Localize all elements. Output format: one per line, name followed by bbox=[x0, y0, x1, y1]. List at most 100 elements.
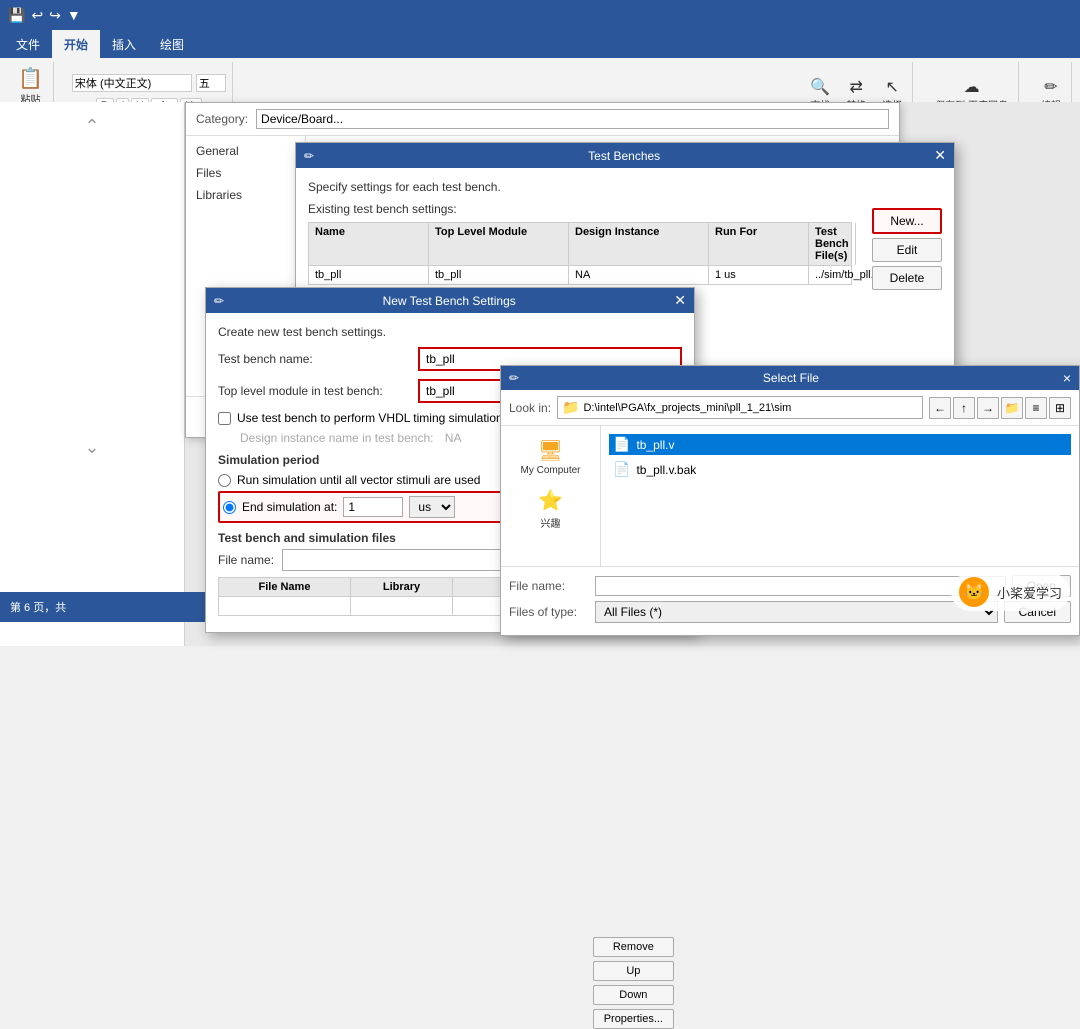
remove-button[interactable]: Remove bbox=[593, 937, 674, 957]
run-all-label: Run simulation until all vector stimuli … bbox=[237, 473, 480, 487]
select-file-toolbar: Look in: 📁 D:\intel\PGA\fx_projects_mini… bbox=[501, 390, 1079, 426]
ribbon-tabs: 文件 开始 插入 绘图 bbox=[0, 30, 1080, 58]
design-instance-value: NA bbox=[445, 431, 462, 445]
new-button[interactable]: New... bbox=[872, 208, 942, 234]
end-sim-radio[interactable] bbox=[223, 501, 236, 514]
select-file-body: 🖥 My Computer ⭐ 兴趣 📄 tb_pll.v 📄 bbox=[501, 426, 1079, 566]
edit-button[interactable]: Edit bbox=[872, 238, 942, 262]
row-top-level: tb_pll bbox=[429, 266, 569, 284]
favorites-label: 兴趣 bbox=[541, 515, 561, 530]
page-info: 第 6 页，共 bbox=[10, 599, 66, 615]
tab-insert[interactable]: 插入 bbox=[100, 30, 148, 58]
undo-icon[interactable]: ↩ bbox=[31, 7, 43, 24]
replace-icon: ⇄ bbox=[850, 77, 863, 97]
col-design: Design Instance bbox=[569, 223, 709, 265]
watermark-text: 小桨爱学习 bbox=[997, 583, 1062, 602]
file-list-area: 📄 tb_pll.v 📄 tb_pll.v.bak bbox=[601, 426, 1079, 566]
footer-filename-label: File name: bbox=[509, 579, 589, 593]
run-all-radio[interactable] bbox=[218, 474, 231, 487]
view-list-button[interactable]: ≡ bbox=[1025, 397, 1047, 419]
file-col-name: File Name bbox=[219, 578, 351, 597]
nav-forward-button[interactable]: → bbox=[977, 397, 999, 419]
footer-filetype-select[interactable]: All Files (*) bbox=[595, 601, 998, 623]
find-icon: 🔍 bbox=[810, 77, 830, 97]
row-run-for: 1 us bbox=[709, 266, 809, 284]
delete-button[interactable]: Delete bbox=[872, 266, 942, 290]
file-name-0: tb_pll.v bbox=[636, 438, 674, 452]
cloud-icon: ☁ bbox=[964, 77, 980, 97]
tb-table-header: Name Top Level Module Design Instance Ru… bbox=[308, 222, 852, 265]
testbench-title-icon: ✏ bbox=[304, 149, 314, 163]
testbench-close-button[interactable]: ✕ bbox=[934, 147, 946, 164]
my-computer-icon: 🖥 bbox=[538, 438, 563, 463]
properties-button[interactable]: Properties... bbox=[593, 1009, 674, 1029]
end-sim-input[interactable] bbox=[343, 497, 403, 517]
file-nav-panel: 🖥 My Computer ⭐ 兴趣 bbox=[501, 426, 601, 566]
select-file-titlebar: ✏ Select File × bbox=[501, 366, 1079, 390]
file-item-0[interactable]: 📄 tb_pll.v bbox=[609, 434, 1071, 455]
file-item-1[interactable]: 📄 tb_pll.v.bak bbox=[609, 459, 1071, 480]
col-run-for: Run For bbox=[709, 223, 809, 265]
select-file-title: Select File bbox=[763, 371, 819, 385]
up-button[interactable]: Up bbox=[593, 961, 674, 981]
footer-filetype-label: Files of type: bbox=[509, 605, 589, 619]
category-header: Category: Device/Board... bbox=[186, 103, 899, 136]
save-icon[interactable]: 💾 bbox=[8, 7, 25, 24]
category-item-files[interactable]: Files bbox=[186, 162, 305, 184]
newtb-title: New Test Bench Settings bbox=[383, 294, 516, 308]
nav-up-button[interactable]: ↑ bbox=[953, 397, 975, 419]
category-item-general[interactable]: General bbox=[186, 140, 305, 162]
file-icon-1: 📄 bbox=[613, 461, 630, 478]
col-files: Test Bench File(s) bbox=[809, 223, 856, 265]
row-design: NA bbox=[569, 266, 709, 284]
file-name-label: File name: bbox=[218, 553, 274, 567]
col-name: Name bbox=[309, 223, 429, 265]
scroll-up-arrow[interactable]: ⌃ bbox=[4, 106, 180, 147]
footer-filename-input[interactable] bbox=[595, 576, 1006, 596]
tab-file[interactable]: 文件 bbox=[4, 30, 52, 58]
vhdl-checkbox[interactable] bbox=[218, 412, 231, 425]
col-top-level: Top Level Module bbox=[429, 223, 569, 265]
view-details-button[interactable]: ⊞ bbox=[1049, 397, 1071, 419]
select-file-close-button[interactable]: × bbox=[1063, 370, 1071, 386]
file-name-1: tb_pll.v.bak bbox=[636, 463, 696, 477]
tab-draw[interactable]: 绘图 bbox=[148, 30, 196, 58]
newtb-close-button[interactable]: ✕ bbox=[674, 292, 686, 309]
scroll-down-arrow[interactable]: ⌄ bbox=[4, 427, 180, 468]
row-name: tb_pll bbox=[309, 266, 429, 284]
nav-new-folder-button[interactable]: 📁 bbox=[1001, 397, 1023, 419]
redo-icon[interactable]: ↪ bbox=[49, 7, 61, 24]
newtb-icon: ✏ bbox=[214, 294, 224, 308]
content-area: Category: Device/Board... General Files … bbox=[185, 102, 1080, 646]
edit-icon: ✏ bbox=[1044, 77, 1057, 97]
tb-table-container: Name Top Level Module Design Instance Ru… bbox=[308, 222, 852, 285]
main-area: ⌃ ⌄ Category: Device/Board... General Fi… bbox=[0, 102, 1080, 646]
down-button[interactable]: Down bbox=[593, 985, 674, 1005]
font-name-input[interactable] bbox=[72, 74, 192, 92]
end-sim-unit-select[interactable]: fs ps ns us ms s bbox=[409, 496, 455, 518]
testbench-title-text: Test Benches bbox=[588, 149, 660, 163]
customize-icon[interactable]: ▼ bbox=[67, 7, 81, 23]
newtb-titlebar: ✏ New Test Bench Settings ✕ bbox=[206, 288, 694, 313]
favorites-icon: ⭐ bbox=[538, 488, 563, 513]
favorites-nav-item[interactable]: ⭐ 兴趣 bbox=[505, 484, 596, 534]
category-label: Category: bbox=[196, 112, 248, 126]
vhdl-label: Use test bench to perform VHDL timing si… bbox=[237, 411, 503, 425]
testbench-titlebar: ✏ Test Benches ✕ bbox=[296, 143, 954, 168]
select-file-icon: ✏ bbox=[509, 371, 519, 385]
paste-icon: 📋 bbox=[18, 66, 43, 91]
end-sim-label: End simulation at: bbox=[242, 500, 337, 514]
category-dropdown[interactable]: Device/Board... bbox=[256, 109, 889, 129]
my-computer-nav-item[interactable]: 🖥 My Computer bbox=[505, 434, 596, 480]
table-row[interactable]: tb_pll tb_pll NA 1 us ../sim/tb_pll.v bbox=[308, 265, 852, 285]
file-col-library: Library bbox=[350, 578, 452, 597]
path-text: D:\intel\PGA\fx_projects_mini\pll_1_21\s… bbox=[583, 402, 791, 414]
nav-back-button[interactable]: ← bbox=[929, 397, 951, 419]
watermark-logo: 🐱 bbox=[959, 577, 989, 607]
side-btns: Remove Up Down Properties... bbox=[593, 937, 674, 1029]
paste-button[interactable]: 📋 粘贴 bbox=[14, 64, 47, 108]
category-item-libraries[interactable]: Libraries bbox=[186, 184, 305, 206]
font-size-input[interactable] bbox=[196, 74, 226, 92]
newtb-desc: Create new test bench settings. bbox=[218, 325, 682, 339]
tab-home[interactable]: 开始 bbox=[52, 30, 100, 58]
